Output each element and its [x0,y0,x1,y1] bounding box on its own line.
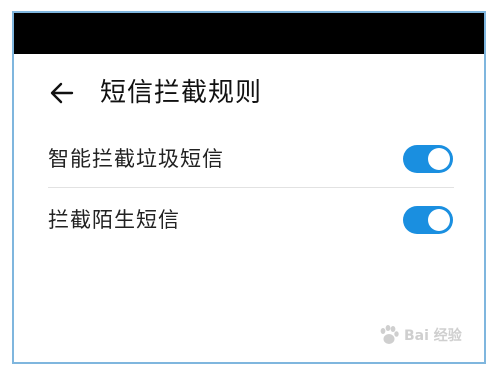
setting-label: 智能拦截垃圾短信 [48,147,224,171]
status-bar [14,13,484,54]
block-unknown-sms-toggle[interactable] [403,206,453,234]
smart-spam-block-toggle[interactable] [403,145,453,173]
toggle-knob [428,209,450,231]
divider [48,187,454,188]
page-title: 短信拦截规则 [100,78,263,108]
page-header: 短信拦截规则 [14,71,484,115]
phone-screen: 短信拦截规则 智能拦截垃圾短信 拦截陌生短信 [12,11,486,364]
watermark: Bai 经验 [378,324,462,346]
baidu-paw-icon [378,324,400,346]
setting-label: 拦截陌生短信 [48,208,180,232]
setting-row-smart-spam-block[interactable]: 智能拦截垃圾短信 [14,133,484,185]
toggle-knob [428,148,450,170]
watermark-text: Bai 经验 [404,328,462,344]
setting-row-block-unknown[interactable]: 拦截陌生短信 [14,194,484,246]
arrow-left-icon[interactable] [48,79,76,107]
